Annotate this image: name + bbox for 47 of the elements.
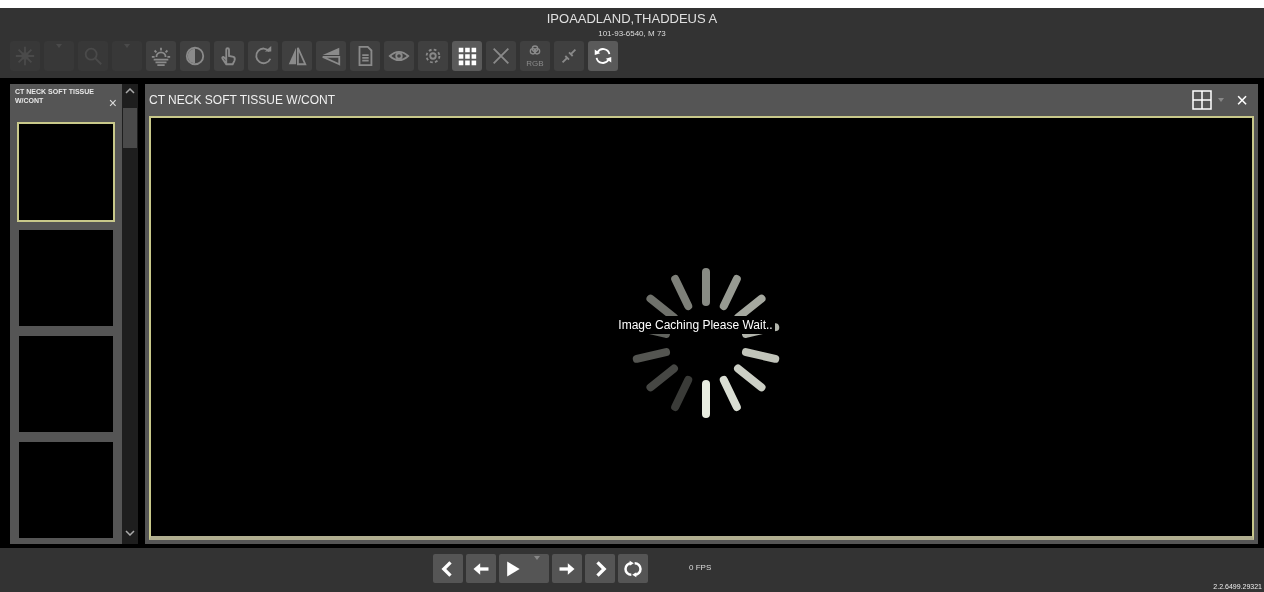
series-thumbnail[interactable] — [17, 228, 115, 328]
tool-button[interactable] — [486, 41, 516, 71]
close-button[interactable]: × — [108, 96, 117, 110]
fps-label: 0 FPS — [689, 562, 712, 574]
play-button[interactable] — [499, 554, 549, 583]
series-thumbnail[interactable] — [17, 334, 115, 434]
tool-button[interactable] — [146, 41, 176, 71]
image-viewport[interactable]: Image Caching Please Wait.. — [149, 116, 1254, 540]
scroll-down-icon[interactable] — [125, 530, 135, 536]
prev-button[interactable] — [433, 554, 463, 583]
series-thumbnail[interactable] — [17, 122, 115, 222]
caret-icon[interactable] — [1218, 98, 1225, 102]
scroll-up-icon[interactable] — [125, 88, 135, 94]
rotate-icon — [252, 45, 274, 67]
tool-button[interactable] — [554, 41, 584, 71]
loop-icon — [623, 558, 643, 579]
loop-button[interactable] — [618, 554, 648, 583]
patient-details: 101-93-6540, M 73 — [598, 29, 666, 39]
grid-icon — [456, 45, 478, 67]
tool-button[interactable] — [214, 41, 244, 71]
brightness-icon — [150, 45, 172, 67]
back-button[interactable] — [466, 554, 496, 583]
tool-button[interactable] — [384, 41, 414, 71]
tool-button[interactable] — [418, 41, 448, 71]
layout-grid-icon[interactable] — [1192, 90, 1213, 110]
sync-icon — [592, 45, 614, 67]
next-button[interactable] — [585, 554, 615, 583]
flip-icon — [320, 45, 342, 67]
tool-button[interactable] — [452, 41, 482, 71]
viewer-title: CT NECK SOFT TISSUE W/CONT — [149, 92, 336, 109]
tool-button[interactable] — [350, 41, 380, 71]
forward-button[interactable] — [552, 554, 582, 583]
scroll-thumb[interactable] — [123, 108, 137, 148]
loading-message: Image Caching Please Wait.. — [616, 316, 775, 334]
flip-icon — [286, 45, 308, 67]
scrollbar[interactable] — [122, 84, 138, 544]
rgb-label: RGB — [526, 60, 544, 68]
tool-button[interactable] — [282, 41, 312, 71]
patient-name: IPOAADLAND,THADDEUS A — [546, 11, 718, 27]
caret-icon — [534, 556, 540, 560]
close-button[interactable]: × — [1236, 90, 1248, 110]
tool-button[interactable] — [248, 41, 278, 71]
contrast-icon — [184, 45, 206, 67]
tool-button[interactable] — [316, 41, 346, 71]
tool-button[interactable] — [588, 41, 618, 71]
tool-button[interactable] — [180, 41, 210, 71]
series-thumbnail[interactable] — [17, 440, 115, 540]
